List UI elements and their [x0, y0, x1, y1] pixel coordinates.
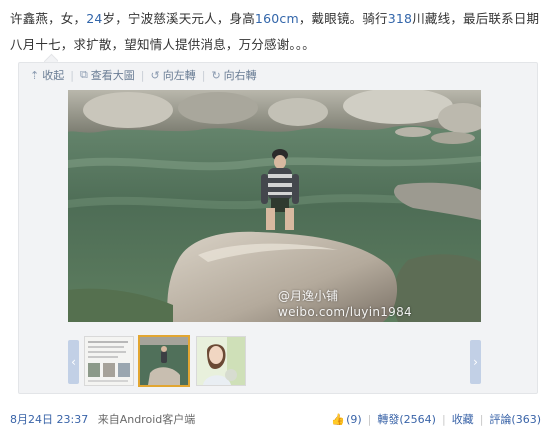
- next-arrow-icon: ›: [473, 355, 478, 369]
- thumbnail-1[interactable]: [84, 336, 134, 386]
- post-text: 许鑫燕，女，24岁，宁波慈溪天元人，身高160cm，戴眼镜。骑行318川藏线，最…: [10, 6, 540, 58]
- collapse-icon: ⇡: [30, 68, 40, 82]
- watermark-handle: @月逸小铺: [278, 289, 339, 303]
- like-button[interactable]: 👍(9): [331, 413, 361, 426]
- post-meta: 8月24日 23:37 来自Android客户端: [10, 411, 195, 427]
- thumbnail-1-image: [85, 337, 133, 385]
- toolbar-divider: |: [70, 68, 74, 82]
- thumbnail-2-image: [140, 337, 188, 385]
- post-text-part: ，戴眼镜。骑行: [298, 11, 388, 26]
- action-divider: |: [367, 412, 372, 426]
- post-actions: 👍(9) | 轉發(2564) | 收藏 | 評論(363): [331, 411, 541, 427]
- thumbs-up-icon: 👍: [331, 412, 346, 426]
- post-text-part: 岁，宁波慈溪天元人，身高: [102, 11, 255, 26]
- rotate-right-button[interactable]: ↻ 向右轉: [211, 67, 256, 83]
- collapse-label: 收起: [42, 69, 65, 82]
- post-source[interactable]: 来自Android客户端: [98, 413, 196, 426]
- rotate-left-icon: ↺: [150, 68, 160, 82]
- media-pointer: [44, 52, 58, 62]
- toolbar-divider: |: [201, 68, 206, 82]
- view-large-label: 查看大圖: [90, 69, 135, 82]
- thumbnail-3-image: [197, 337, 245, 385]
- thumbnail-strip: ‹ ›: [68, 335, 481, 388]
- repost-button[interactable]: 轉發(2564): [377, 411, 436, 427]
- prev-arrow-icon: ‹: [71, 355, 76, 369]
- next-button[interactable]: ›: [470, 340, 481, 384]
- favorite-button[interactable]: 收藏: [452, 411, 474, 427]
- height-value: 160cm: [254, 11, 299, 26]
- media-toolbar: ⇡ 收起 | ⧉ 查看大圖 | ↺ 向左轉 | ↻ 向右轉: [30, 66, 263, 84]
- photo-watermark: @月逸小铺 weibo.com/luyin1984: [278, 288, 412, 320]
- main-photo[interactable]: @月逸小铺 weibo.com/luyin1984: [68, 90, 481, 322]
- action-divider: |: [441, 412, 446, 426]
- thumbnail-3[interactable]: [196, 336, 246, 386]
- rotate-right-icon: ↻: [211, 68, 221, 82]
- comment-button[interactable]: 評論(363): [489, 411, 541, 427]
- view-large-icon: ⧉: [79, 68, 88, 81]
- rotate-right-label: 向右轉: [223, 69, 257, 82]
- route-number: 318: [387, 11, 413, 26]
- prev-button[interactable]: ‹: [68, 340, 79, 384]
- thumbnail-2-selected[interactable]: [138, 335, 190, 387]
- collapse-button[interactable]: ⇡ 收起: [30, 67, 64, 83]
- like-count: (9): [346, 412, 362, 426]
- post-text-part: 许鑫燕，女，: [10, 11, 87, 26]
- post-time-link[interactable]: 8月24日 23:37: [10, 413, 88, 426]
- action-divider: |: [479, 412, 484, 426]
- river-photo-image: [68, 90, 481, 322]
- rotate-left-label: 向左轉: [162, 69, 196, 82]
- rotate-left-button[interactable]: ↺ 向左轉: [151, 67, 196, 83]
- view-large-button[interactable]: ⧉ 查看大圖: [80, 67, 135, 83]
- age-value: 24: [86, 11, 103, 26]
- toolbar-divider: |: [140, 68, 145, 82]
- watermark-url: weibo.com/luyin1984: [278, 305, 412, 319]
